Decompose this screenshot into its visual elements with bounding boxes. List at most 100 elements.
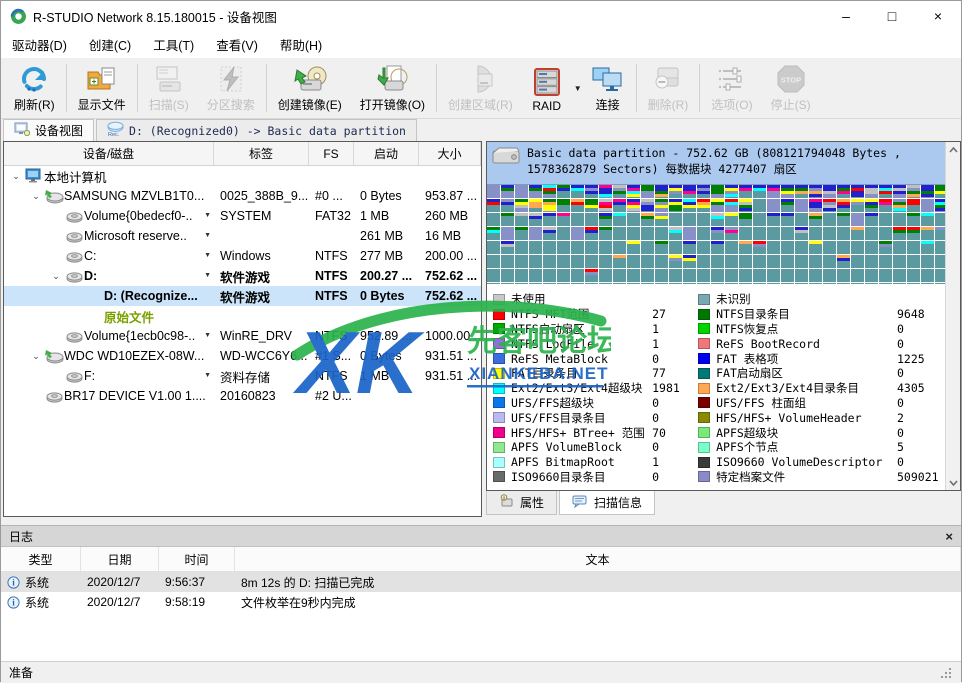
block-cell — [641, 241, 654, 254]
block-cell — [571, 241, 584, 254]
show-files-button[interactable]: 显示文件 — [69, 61, 135, 115]
block-cell — [907, 227, 920, 240]
info-tab-1[interactable]: i属性 — [486, 491, 557, 515]
block-cell — [767, 227, 780, 240]
device-name: D: (Recognize... — [104, 289, 198, 303]
minimize-button[interactable]: – — [823, 1, 869, 31]
block-map[interactable] — [487, 185, 945, 284]
legend-color-swatch — [698, 442, 710, 453]
block-cell — [697, 269, 710, 282]
legend-color-swatch — [698, 368, 710, 379]
log-row[interactable]: i系统2020/12/79:56:378m 12s 的 D: 扫描已完成 — [1, 572, 961, 592]
block-cell — [515, 241, 528, 254]
block-cell — [641, 283, 654, 284]
scroll-down-icon[interactable] — [946, 475, 960, 490]
device-row[interactable]: ⌄D:▼软件游戏NTFS200.27 ...752.62 ... — [4, 266, 481, 286]
legend-color-swatch — [698, 457, 710, 468]
device-row[interactable]: Microsoft reserve..▼261 MB16 MB — [4, 226, 481, 246]
create-image-button[interactable]: 创建镜像(E) — [269, 61, 351, 115]
row-dropdown-icon[interactable]: ▼ — [204, 232, 211, 239]
column-header-5[interactable]: 大小 — [419, 142, 481, 165]
size-cell: 200.00 ... — [419, 246, 481, 266]
block-cell — [487, 269, 500, 282]
vertical-scrollbar[interactable] — [945, 142, 960, 490]
block-cell — [585, 199, 598, 212]
block-cell — [529, 199, 542, 212]
svg-text:Rec.: Rec. — [108, 132, 120, 137]
start-cell — [354, 386, 419, 406]
connect-button[interactable]: 连接 — [582, 61, 634, 115]
log-rows: i系统2020/12/79:56:378m 12s 的 D: 扫描已完成i系统2… — [1, 572, 961, 612]
column-header-1[interactable]: 设备/磁盘 — [4, 142, 214, 165]
chevron-down-icon[interactable]: ⌄ — [48, 271, 64, 282]
block-cell — [515, 227, 528, 240]
device-row[interactable]: 原始文件 — [4, 306, 481, 326]
log-column-header-1[interactable]: 类型 — [1, 547, 81, 571]
device-row[interactable]: ⌄本地计算机 — [4, 166, 481, 186]
info-tab-2[interactable]: 扫描信息 — [559, 491, 655, 515]
block-cell — [753, 241, 766, 254]
column-header-4[interactable]: 启动 — [354, 142, 419, 165]
device-row[interactable]: C:▼WindowsNTFS277 MB200.00 ... — [4, 246, 481, 266]
menu-item-5[interactable]: 帮助(H) — [269, 35, 333, 54]
chevron-down-icon[interactable]: ⌄ — [28, 351, 44, 362]
maximize-button[interactable]: □ — [869, 1, 915, 31]
scroll-up-icon[interactable] — [946, 142, 960, 157]
legend-item: ISO9660目录条目0 — [493, 470, 698, 485]
menu-item-1[interactable]: 驱动器(D) — [1, 35, 78, 54]
rec-icon: Rec. — [107, 121, 124, 140]
block-cell — [543, 227, 556, 240]
device-row[interactable]: D: (Recognize...软件游戏NTFS0 Bytes752.62 ..… — [4, 286, 481, 306]
start-cell: 277 MB — [354, 246, 419, 266]
log-column-header-2[interactable]: 日期 — [81, 547, 159, 571]
block-cell — [711, 283, 724, 284]
column-header-3[interactable]: FS — [309, 142, 354, 165]
fs-cell — [309, 226, 354, 246]
row-dropdown-icon[interactable]: ▼ — [204, 252, 211, 259]
label-cell — [214, 166, 309, 186]
log-column-header-3[interactable]: 时间 — [159, 547, 235, 571]
block-cell — [907, 185, 920, 198]
legend-item: UFS/FFS目录条目0 — [493, 410, 698, 425]
block-cell — [627, 227, 640, 240]
view-tab-1[interactable]: 设备视图 — [3, 119, 94, 141]
device-row[interactable]: ⌄WDC WD10EZEX-08W...WD-WCC6Y6...#1 S...0… — [4, 346, 481, 366]
row-dropdown-icon[interactable]: ▼ — [204, 272, 211, 279]
log-column-header-4[interactable]: 文本 — [235, 547, 961, 571]
block-cell — [655, 269, 668, 282]
start-cell: 1 MB — [354, 206, 419, 226]
close-button[interactable]: × — [915, 1, 961, 31]
legend-value: 2 — [897, 411, 943, 425]
chevron-down-icon[interactable]: ⌄ — [28, 191, 44, 202]
legend-value: 5 — [897, 440, 943, 454]
row-dropdown-icon[interactable]: ▼ — [204, 372, 211, 379]
menu-item-4[interactable]: 查看(V) — [205, 35, 269, 54]
resize-grip[interactable] — [939, 666, 953, 680]
menu-item-3[interactable]: 工具(T) — [142, 35, 205, 54]
block-cell — [809, 227, 822, 240]
fs-cell: NTFS — [309, 286, 354, 306]
raid-dropdown-icon[interactable]: ▼ — [574, 84, 582, 93]
view-tab-2[interactable]: Rec.D: (Recognized0) -> Basic data parti… — [96, 119, 417, 141]
block-cell — [837, 199, 850, 212]
column-header-2[interactable]: 标签 — [214, 142, 309, 165]
device-row[interactable]: F:▼资料存储NTFS1 MB931.51 ... — [4, 366, 481, 386]
menu-item-2[interactable]: 创建(C) — [78, 35, 142, 54]
row-dropdown-icon[interactable]: ▼ — [204, 332, 211, 339]
raid-button[interactable]: RAID — [522, 61, 572, 115]
device-row[interactable]: ⌄SAMSUNG MZVLB1T0...0025_388B_9...#0 ...… — [4, 186, 481, 206]
block-cell — [571, 283, 584, 284]
chevron-down-icon[interactable]: ⌄ — [8, 171, 24, 182]
open-image-button[interactable]: 打开镜像(O) — [351, 61, 434, 115]
row-dropdown-icon[interactable]: ▼ — [204, 212, 211, 219]
legend-item: NTFS目录条目9648 — [698, 307, 943, 322]
refresh-button[interactable]: 刷新(R) — [5, 61, 64, 115]
device-row[interactable]: Volume{0bedecf0-..▼SYSTEMFAT321 MB260 MB — [4, 206, 481, 226]
device-row[interactable]: BR17 DEVICE V1.00 1....20160823#2 U... — [4, 386, 481, 406]
block-cell — [641, 255, 654, 268]
legend-color-swatch — [493, 309, 505, 320]
device-row[interactable]: Volume{1ecb0c98-..▼WinRE_DRVNTFS952.89 .… — [4, 326, 481, 346]
log-row[interactable]: i系统2020/12/79:58:19文件枚举在9秒内完成 — [1, 592, 961, 612]
create-region-icon — [464, 63, 496, 95]
log-close-icon[interactable]: × — [945, 530, 953, 543]
